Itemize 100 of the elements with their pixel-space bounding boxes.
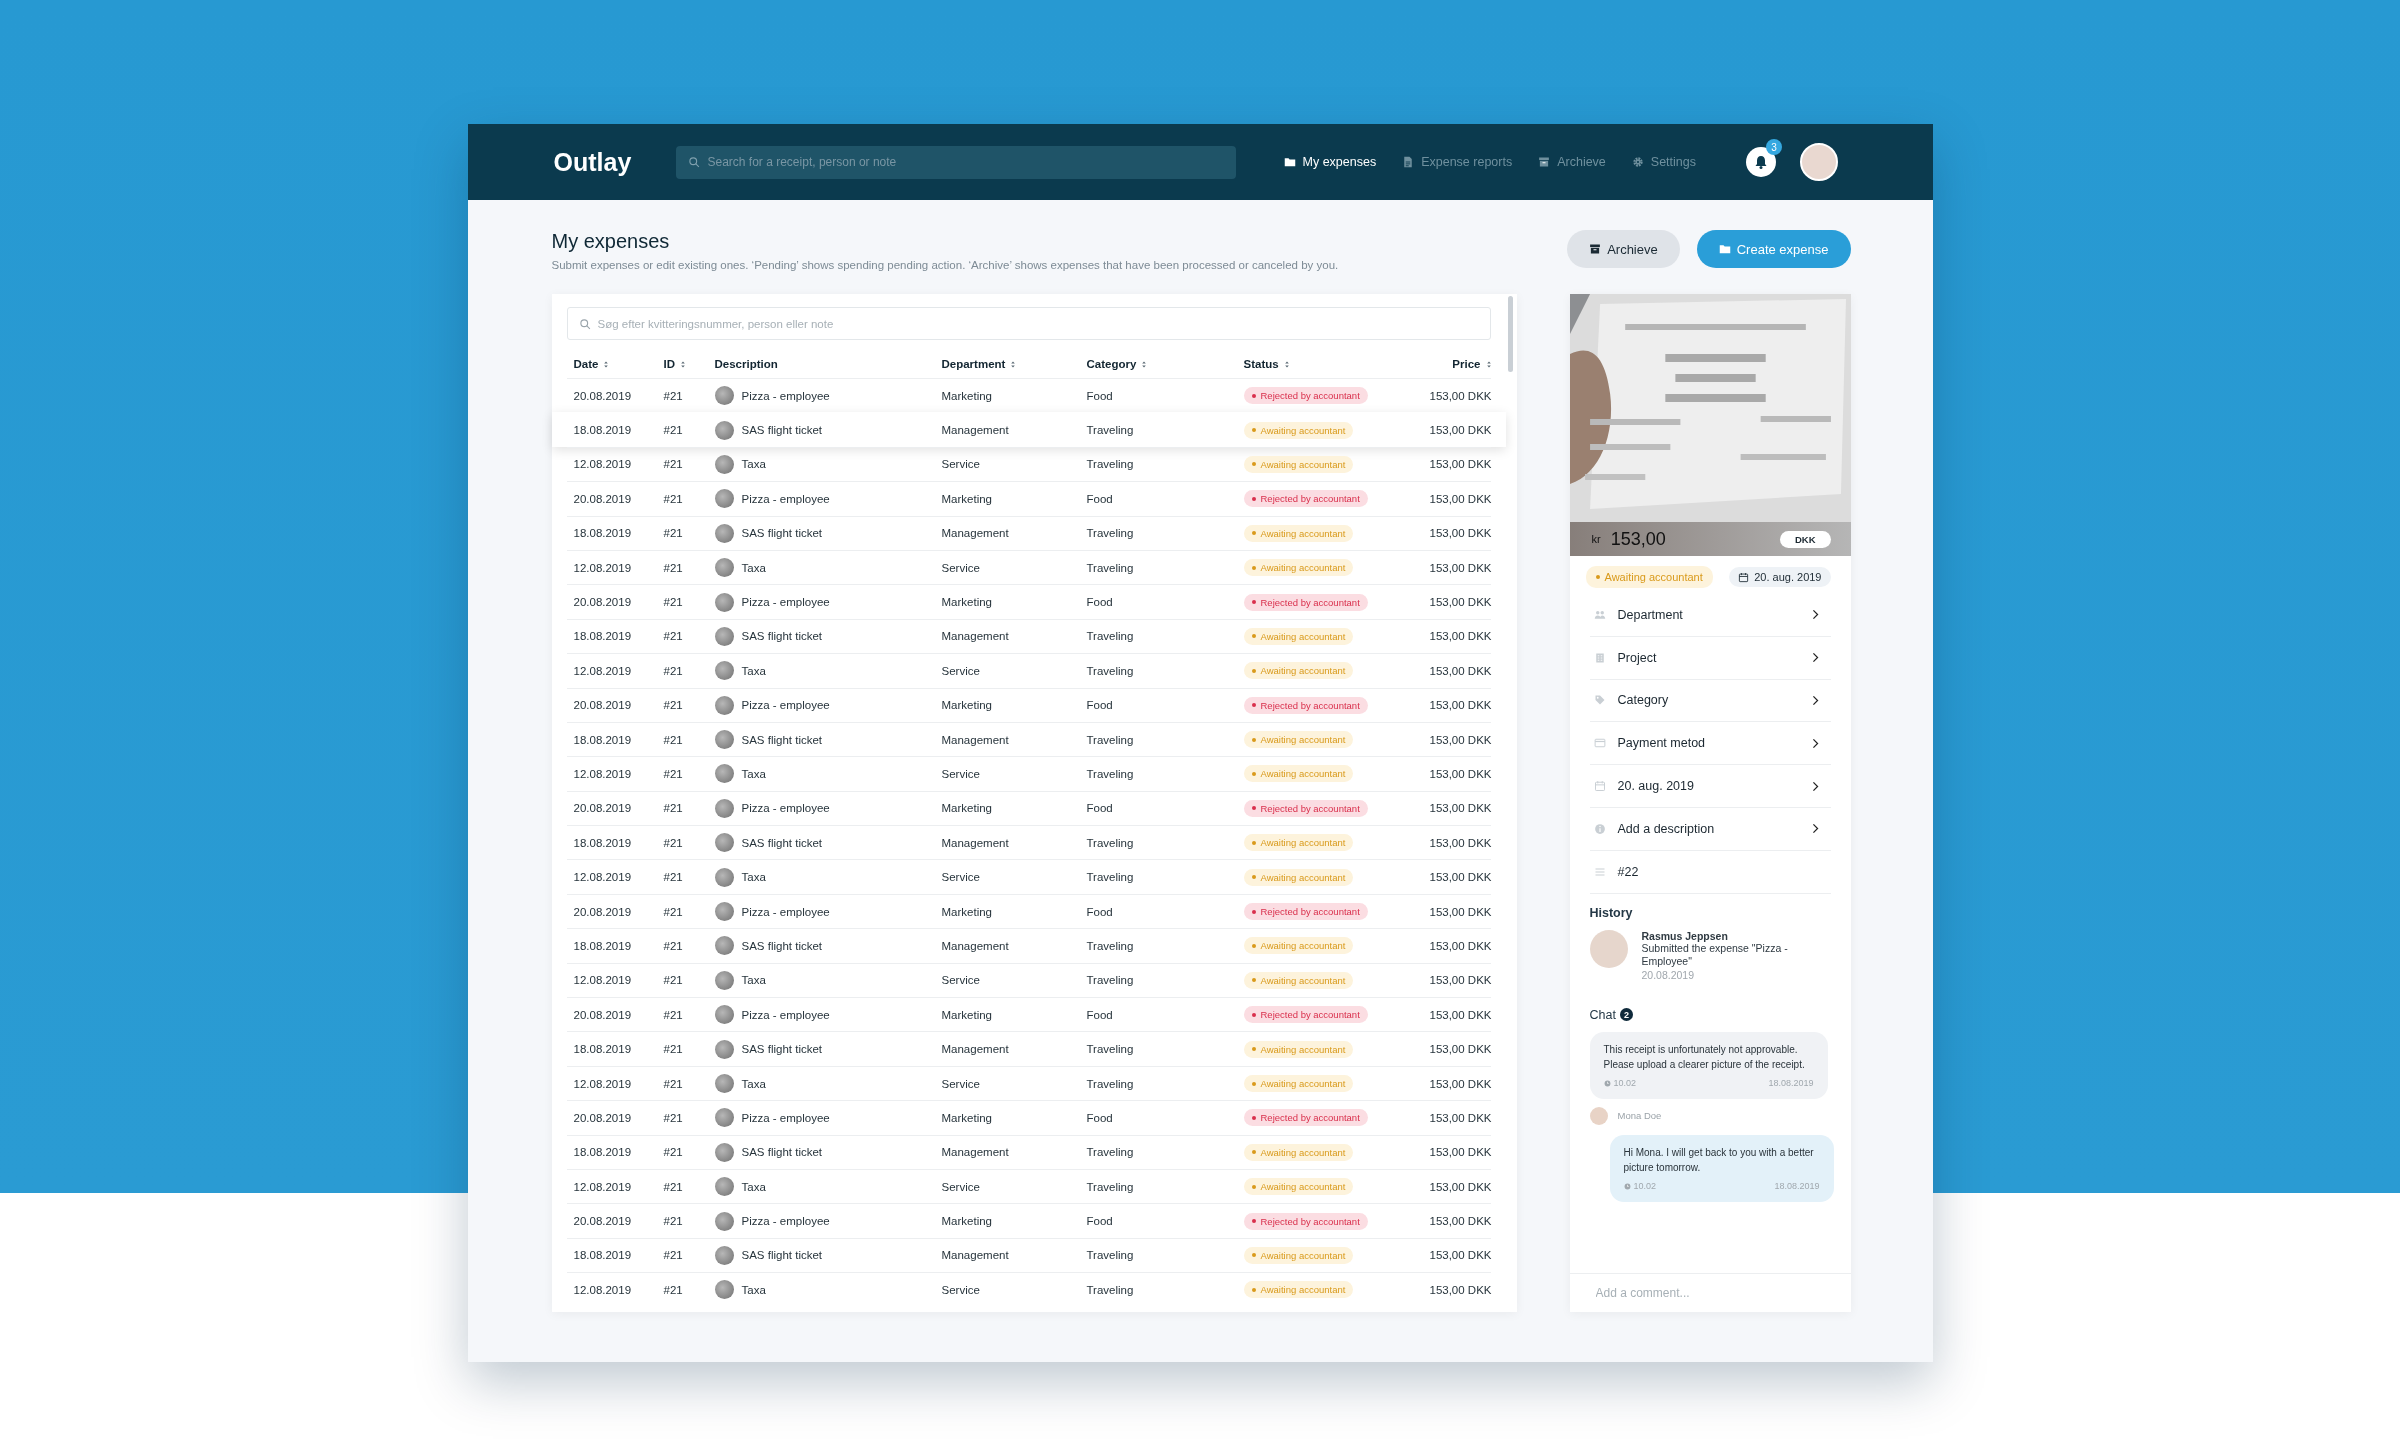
table-row[interactable]: 12.08.2019 #21 Taxa Service Traveling Awaiting accountant 153,00 DKK: [566, 1169, 1491, 1204]
table-row[interactable]: 20.08.2019 #21 Pizza - employee Marketing Food Rejected by accountant 153,00 DKK: [566, 687, 1491, 722]
table-row[interactable]: 12.08.2019 #21 Taxa Service Traveling Awaiting accountant 153,00 DKK: [566, 756, 1491, 791]
search-icon: [687, 156, 700, 168]
column-header[interactable]: Status: [1243, 358, 1412, 370]
table-cell-text: Management: [941, 630, 1010, 643]
column-header[interactable]: Price: [1411, 358, 1492, 370]
table-cell-text: #21: [662, 939, 684, 952]
table-cell-text: Management: [941, 1146, 1010, 1159]
table-cell-text: #21: [662, 974, 684, 987]
nav-tab[interactable]: Archieve: [1538, 155, 1606, 169]
table-row[interactable]: 12.08.2019 #21 Taxa Service Traveling Awaiting accountant 153,00 DKK: [566, 1065, 1491, 1101]
status-badge: Awaiting accountant: [1243, 765, 1354, 783]
table-row[interactable]: 12.08.2019 #21 Taxa Service Traveling Awaiting accountant 153,00 DKK: [566, 1272, 1491, 1307]
comment-field[interactable]: Add a comment...: [1593, 1285, 1827, 1301]
message-time: 10.02: [1613, 1076, 1637, 1090]
table-row[interactable]: 20.08.2019 #21 Pizza - employee Marketing Food Rejected by accountant 153,00 DKK: [566, 481, 1491, 516]
table-cell-text: 20.08.2019: [572, 492, 633, 505]
avatar: [714, 1280, 734, 1300]
table-cell-text: Food: [1086, 1215, 1114, 1228]
status-badge: Awaiting accountant: [1243, 868, 1354, 886]
avatar: [714, 523, 734, 543]
table-row[interactable]: 18.08.2019 #21 SAS flight ticket Management Traveling Awaiting accountant 153,00 DKK: [566, 515, 1491, 550]
page-title: My expenses: [551, 230, 671, 253]
table-cell: Taxa: [741, 561, 766, 574]
detail-row[interactable]: Category: [1589, 679, 1831, 723]
table-cell-text: Marketing: [941, 596, 993, 609]
table-row[interactable]: 20.08.2019 #21 Pizza - employee Marketing Food Rejected by accountant 153,00 DKK: [566, 790, 1491, 826]
table-cell-text: 153,00 DKK: [1428, 1180, 1492, 1193]
nav-tab[interactable]: Expense reports: [1402, 155, 1513, 169]
table-cell-text: #21: [662, 424, 684, 437]
table-row[interactable]: 18.08.2019 #21 SAS flight ticket Management Traveling Awaiting accountant 153,00 DKK: [566, 825, 1491, 860]
table-cell-text: 153,00 DKK: [1428, 1146, 1492, 1159]
table-row[interactable]: 20.08.2019 #21 Pizza - employee Marketing Food Rejected by accountant 153,00 DKK: [566, 893, 1491, 929]
detail-row[interactable]: Department: [1589, 594, 1831, 637]
sort-icon: [1010, 359, 1017, 369]
column-header[interactable]: Date: [566, 358, 657, 370]
table-row[interactable]: 20.08.2019 #21 Pizza - employee Marketing Food Rejected by accountant 153,00 DKK: [566, 1100, 1491, 1135]
detail-row[interactable]: Payment metod: [1589, 722, 1831, 766]
table-row[interactable]: 18.08.2019 #21 SAS flight ticket Management Traveling Awaiting accountant 153,00 DKK: [566, 928, 1491, 963]
user-avatar[interactable]: [1800, 143, 1838, 181]
search-field[interactable]: Søg efter kvitteringsnummer, person eller note: [566, 307, 1491, 340]
column-header[interactable]: Department: [941, 358, 1087, 370]
table-row[interactable]: 18.08.2019 #21 SAS flight ticket Management Traveling Awaiting accountant 153,00 DKK: [566, 1134, 1491, 1169]
selected-row[interactable]: 18.08.2019 #21 SAS flight ticket Management Traveling Awaiting accountant 153,00 DKK: [551, 412, 1506, 447]
scrollbar[interactable]: [1507, 296, 1513, 372]
table-row[interactable]: 12.08.2019 #21 Taxa Service Traveling Awaiting accountant 153,00 DKK: [566, 653, 1491, 688]
nav-tab[interactable]: Settings: [1631, 155, 1696, 169]
nav-tab[interactable]: My expenses: [1283, 155, 1377, 169]
table-row[interactable]: 18.08.2019 #21 SAS flight ticket Management Traveling Awaiting accountant 153,00 DKK: [566, 1237, 1491, 1273]
message-date: 18.08.2019: [1774, 1179, 1820, 1193]
avatar: [714, 902, 734, 922]
currency-badge[interactable]: DKK: [1779, 530, 1831, 548]
field-label: Add a description: [1617, 821, 1716, 836]
detail-row[interactable]: Add a description: [1589, 808, 1831, 851]
table-cell-text: 153,00 DKK: [1428, 1111, 1492, 1124]
avatar: [714, 420, 734, 440]
table-row[interactable]: 12.08.2019 #21 Taxa Service Traveling Awaiting accountant 153,00 DKK: [566, 549, 1491, 585]
search-field[interactable]: Search for a receipt, person or note: [675, 145, 1236, 179]
table-cell-text: Traveling: [1086, 527, 1135, 540]
app-logo[interactable]: Outlay: [553, 147, 676, 177]
table-cell: SAS flight ticket: [741, 1146, 823, 1159]
table-row[interactable]: 20.08.2019 #21 Pizza - employee Marketing Food Rejected by accountant 153,00 DKK: [566, 1203, 1491, 1238]
table-row[interactable]: 18.08.2019 #21 SAS flight ticket Management Traveling Awaiting accountant 153,00 DKK: [566, 721, 1491, 757]
table-row[interactable]: 18.08.2019 #21 SAS flight ticket Management Traveling Awaiting accountant 153,00 DKK: [566, 618, 1491, 654]
table-cell-text: Food: [1086, 1111, 1114, 1124]
table-cell: Pizza - employee: [741, 596, 830, 609]
table-cell-text: Traveling: [1086, 1043, 1135, 1056]
avatar: [714, 592, 734, 612]
column-header[interactable]: ID: [656, 358, 715, 370]
table-cell: Pizza - employee: [741, 1215, 830, 1228]
table-row[interactable]: 12.08.2019 #21 Taxa Service Traveling Awaiting accountant 153,00 DKK: [566, 446, 1491, 482]
status-badge: Rejected by accountant: [1243, 799, 1368, 817]
table-cell: Pizza - employee: [741, 1111, 830, 1124]
history-text: Submitted the expense "Pizza - Employee": [1641, 942, 1789, 968]
table-cell-text: Traveling: [1086, 1077, 1135, 1090]
sort-icon: [603, 359, 610, 369]
table-cell-text: Management: [941, 836, 1010, 849]
detail-row[interactable]: 20. aug. 2019: [1589, 765, 1831, 808]
avatar: [714, 1142, 734, 1162]
table-row[interactable]: 12.08.2019 #21 Taxa Service Traveling Awaiting accountant 153,00 DKK: [566, 859, 1491, 894]
table-cell-text: 153,00 DKK: [1428, 905, 1492, 918]
table-row[interactable]: 12.08.2019 #21 Taxa Service Traveling Awaiting accountant 153,00 DKK: [566, 962, 1491, 998]
archive-button[interactable]: Archieve: [1567, 230, 1680, 268]
table-row[interactable]: 18.08.2019 #21 SAS flight ticket Management Traveling Awaiting accountant 153,00 DKK: [566, 1031, 1491, 1066]
status-badge: Awaiting accountant: [1243, 971, 1354, 989]
column-header[interactable]: Category: [1086, 358, 1244, 370]
table-row[interactable]: 20.08.2019 #21 Pizza - employee Marketing Food Rejected by accountant 153,00 DKK: [566, 997, 1491, 1032]
archive-box-icon: [1538, 156, 1551, 168]
table-cell-text: #21: [662, 1111, 684, 1124]
table-cell-text: 153,00 DKK: [1428, 733, 1492, 746]
detail-row[interactable]: Project: [1589, 636, 1831, 680]
table-cell-text: 18.08.2019: [572, 1249, 633, 1262]
bell-icon: [1753, 154, 1769, 170]
table-row[interactable]: 20.08.2019 #21 Pizza - employee Marketing Food Rejected by accountant 153,00 DKK: [566, 584, 1491, 619]
info-icon: [1593, 822, 1606, 835]
sort-icon: [1485, 359, 1492, 369]
search-icon: [578, 317, 591, 330]
table-cell-text: #21: [662, 699, 684, 712]
table-cell: Pizza - employee: [741, 1008, 830, 1021]
